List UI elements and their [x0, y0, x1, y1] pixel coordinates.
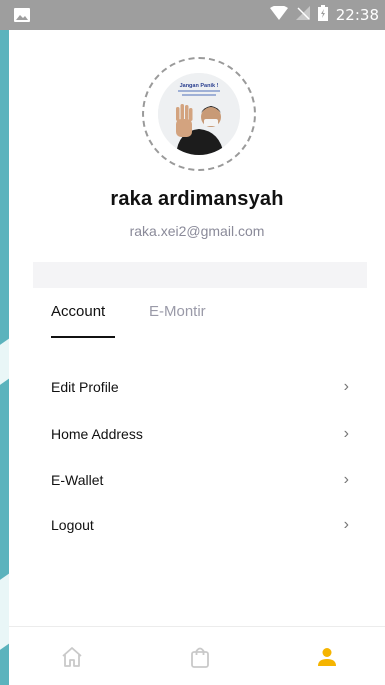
menu-item-edit-profile[interactable]: Edit Profile ›: [51, 374, 351, 400]
menu-item-label: Logout: [51, 517, 94, 533]
tab-e-montir[interactable]: E-Montir: [149, 303, 206, 320]
chevron-right-icon: ›: [343, 471, 349, 488]
chevron-right-icon: ›: [343, 378, 349, 395]
profile-name: raka ardimansyah: [110, 188, 284, 210]
chevron-right-icon: ›: [343, 516, 349, 533]
no-signal-icon: [295, 5, 310, 25]
menu-item-e-wallet[interactable]: E-Wallet ›: [51, 467, 351, 493]
status-time: 22:38: [335, 6, 379, 24]
bottom-navigation: [9, 626, 385, 685]
menu-item-home-address[interactable]: Home Address ›: [51, 421, 351, 447]
profile-email: raka.xei2@gmail.com: [129, 223, 265, 239]
menu-item-logout[interactable]: Logout ›: [51, 512, 351, 538]
active-tab-indicator: [51, 336, 115, 338]
person-icon[interactable]: [315, 645, 339, 669]
profile-screen: Jangan Panik ! raka ardimansyah raka.xei…: [9, 30, 385, 685]
tab-account[interactable]: Account: [51, 303, 105, 320]
menu-item-label: Edit Profile: [51, 379, 119, 395]
avatar-caption: Jangan Panik !: [180, 83, 219, 89]
section-divider: [33, 262, 367, 288]
chevron-right-icon: ›: [343, 425, 349, 442]
wifi-icon: [269, 4, 288, 25]
shopping-bag-icon[interactable]: [188, 645, 212, 669]
menu-item-label: Home Address: [51, 426, 143, 442]
battery-charging-icon: [317, 4, 328, 26]
status-bar: 22:38: [0, 0, 385, 30]
avatar-frame[interactable]: Jangan Panik !: [142, 57, 256, 171]
home-icon[interactable]: [60, 645, 84, 669]
image-notification-icon: [14, 8, 30, 27]
avatar: Jangan Panik !: [158, 73, 240, 155]
menu-item-label: E-Wallet: [51, 472, 104, 488]
